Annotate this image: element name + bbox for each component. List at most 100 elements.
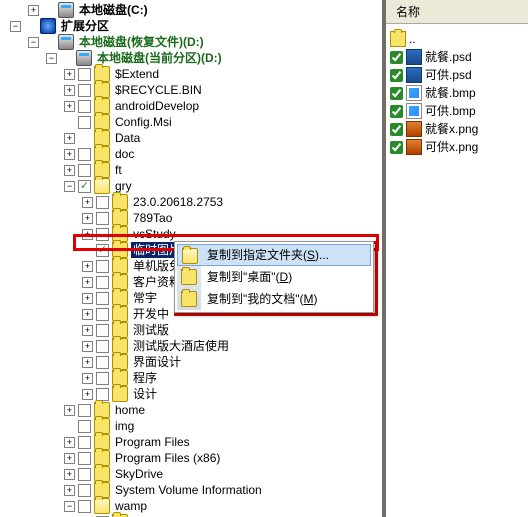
- file-checkbox[interactable]: [390, 51, 403, 64]
- file-item[interactable]: 可供x.png: [390, 138, 524, 156]
- tree-folder-23.0.20618.2753[interactable]: +23.0.20618.2753: [2, 194, 382, 210]
- tree-checkbox[interactable]: [96, 372, 109, 385]
- tree-checkbox[interactable]: [78, 500, 91, 513]
- tree-folder-设计[interactable]: +设计: [2, 386, 382, 402]
- collapse-icon[interactable]: −: [10, 21, 21, 32]
- expand-icon[interactable]: +: [64, 133, 75, 144]
- tree-folder-doc[interactable]: +doc: [2, 146, 382, 162]
- file-checkbox[interactable]: [390, 105, 403, 118]
- tree-folder-测试版[interactable]: +测试版: [2, 322, 382, 338]
- tree-checkbox[interactable]: [96, 308, 109, 321]
- column-header-name[interactable]: 名称: [386, 0, 528, 24]
- tree-checkbox[interactable]: [96, 196, 109, 209]
- tree-folder-System Volume Information[interactable]: +System Volume Information: [2, 482, 382, 498]
- expand-icon[interactable]: +: [82, 229, 93, 240]
- tree-folder-gry[interactable]: −✓gry: [2, 178, 382, 194]
- expand-icon[interactable]: +: [82, 389, 93, 400]
- collapse-icon[interactable]: −: [28, 37, 39, 48]
- file-item[interactable]: 可供.bmp: [390, 102, 524, 120]
- tree-checkbox[interactable]: [96, 260, 109, 273]
- tree-checkbox[interactable]: [96, 276, 109, 289]
- tree-checkbox[interactable]: [78, 164, 91, 177]
- tree-checkbox[interactable]: ✓: [96, 244, 109, 257]
- tree-folder-home[interactable]: +home: [2, 402, 382, 418]
- tree-checkbox[interactable]: [96, 324, 109, 337]
- tree-checkbox[interactable]: [96, 228, 109, 241]
- expand-icon[interactable]: +: [64, 69, 75, 80]
- collapse-icon[interactable]: −: [64, 181, 75, 192]
- tree-checkbox[interactable]: [78, 468, 91, 481]
- tree-checkbox[interactable]: [78, 100, 91, 113]
- tree-checkbox[interactable]: [78, 116, 91, 129]
- expand-icon[interactable]: +: [82, 213, 93, 224]
- expand-icon[interactable]: +: [82, 309, 93, 320]
- tree-folder-ft[interactable]: +ft: [2, 162, 382, 178]
- tree-folder-Program Files[interactable]: +Program Files: [2, 434, 382, 450]
- tree-checkbox[interactable]: [78, 148, 91, 161]
- expand-icon[interactable]: +: [64, 469, 75, 480]
- tree-current-disk[interactable]: −本地磁盘(当前分区)(D:): [2, 50, 382, 66]
- expand-icon[interactable]: +: [82, 357, 93, 368]
- tree-folder-Data[interactable]: +Data: [2, 130, 382, 146]
- tree-folder-程序[interactable]: +程序: [2, 370, 382, 386]
- tree-checkbox[interactable]: [78, 68, 91, 81]
- expand-icon[interactable]: +: [82, 277, 93, 288]
- tree-folder-androidDevelop[interactable]: +androidDevelop: [2, 98, 382, 114]
- expand-icon[interactable]: +: [64, 149, 75, 160]
- expand-icon[interactable]: +: [82, 197, 93, 208]
- tree-restore-disk[interactable]: −本地磁盘(恢复文件)(D:): [2, 34, 382, 50]
- tree-folder-$Extend[interactable]: +$Extend: [2, 66, 382, 82]
- expand-icon[interactable]: +: [64, 405, 75, 416]
- context-menu-item[interactable]: 复制到"我的文档"(M): [177, 288, 371, 310]
- expand-icon[interactable]: +: [82, 325, 93, 336]
- expand-icon[interactable]: +: [64, 485, 75, 496]
- tree-checkbox[interactable]: [78, 404, 91, 417]
- tree-checkbox[interactable]: [96, 212, 109, 225]
- tree-checkbox[interactable]: [96, 292, 109, 305]
- tree-folder-界面设计[interactable]: +界面设计: [2, 354, 382, 370]
- tree-root-node[interactable]: −扩展分区: [2, 18, 382, 34]
- expand-icon[interactable]: +: [82, 373, 93, 384]
- expand-icon[interactable]: +: [82, 261, 93, 272]
- tree-checkbox[interactable]: [78, 420, 91, 433]
- tree-checkbox[interactable]: [96, 388, 109, 401]
- file-up-folder[interactable]: ..: [390, 30, 524, 48]
- file-item[interactable]: 就餐.psd: [390, 48, 524, 66]
- expand-icon[interactable]: +: [64, 437, 75, 448]
- tree-folder-Config.Msi[interactable]: Config.Msi: [2, 114, 382, 130]
- tree-checkbox[interactable]: [78, 452, 91, 465]
- context-menu-item[interactable]: 复制到指定文件夹(S)...: [177, 244, 371, 266]
- tree-folder-789Tao[interactable]: +789Tao: [2, 210, 382, 226]
- file-checkbox[interactable]: [390, 123, 403, 136]
- tree-folder-wamp[interactable]: −wamp: [2, 498, 382, 514]
- expand-icon[interactable]: +: [64, 453, 75, 464]
- tree-checkbox[interactable]: ✓: [78, 180, 91, 193]
- tree-checkbox[interactable]: [78, 436, 91, 449]
- file-checkbox[interactable]: [390, 87, 403, 100]
- expand-icon[interactable]: +: [64, 85, 75, 96]
- expand-icon[interactable]: +: [82, 293, 93, 304]
- context-menu-item[interactable]: 复制到"桌面"(D): [177, 266, 371, 288]
- file-item[interactable]: 就餐.bmp: [390, 84, 524, 102]
- expand-icon[interactable]: +: [64, 165, 75, 176]
- tree-folder-测试版大酒店使用[interactable]: +测试版大酒店使用: [2, 338, 382, 354]
- file-checkbox[interactable]: [390, 69, 403, 82]
- tree-folder-Program Files (x86)[interactable]: +Program Files (x86): [2, 450, 382, 466]
- tree-folder-vcStudy[interactable]: +vcStudy: [2, 226, 382, 242]
- tree-disk-node[interactable]: +本地磁盘(C:): [2, 2, 382, 18]
- tree-folder-SkyDrive[interactable]: +SkyDrive: [2, 466, 382, 482]
- tree-checkbox[interactable]: [96, 356, 109, 369]
- expand-icon[interactable]: +: [28, 5, 39, 16]
- file-checkbox[interactable]: [390, 141, 403, 154]
- tree-checkbox[interactable]: [78, 84, 91, 97]
- expand-icon[interactable]: +: [64, 101, 75, 112]
- expand-icon[interactable]: +: [82, 341, 93, 352]
- file-item[interactable]: 可供.psd: [390, 66, 524, 84]
- tree-checkbox[interactable]: [78, 484, 91, 497]
- tree-folder-$RECYCLE.BIN[interactable]: +$RECYCLE.BIN: [2, 82, 382, 98]
- file-item[interactable]: 就餐x.png: [390, 120, 524, 138]
- collapse-icon[interactable]: −: [46, 53, 57, 64]
- collapse-icon[interactable]: −: [64, 501, 75, 512]
- tree-checkbox[interactable]: [96, 340, 109, 353]
- tree-folder-img[interactable]: img: [2, 418, 382, 434]
